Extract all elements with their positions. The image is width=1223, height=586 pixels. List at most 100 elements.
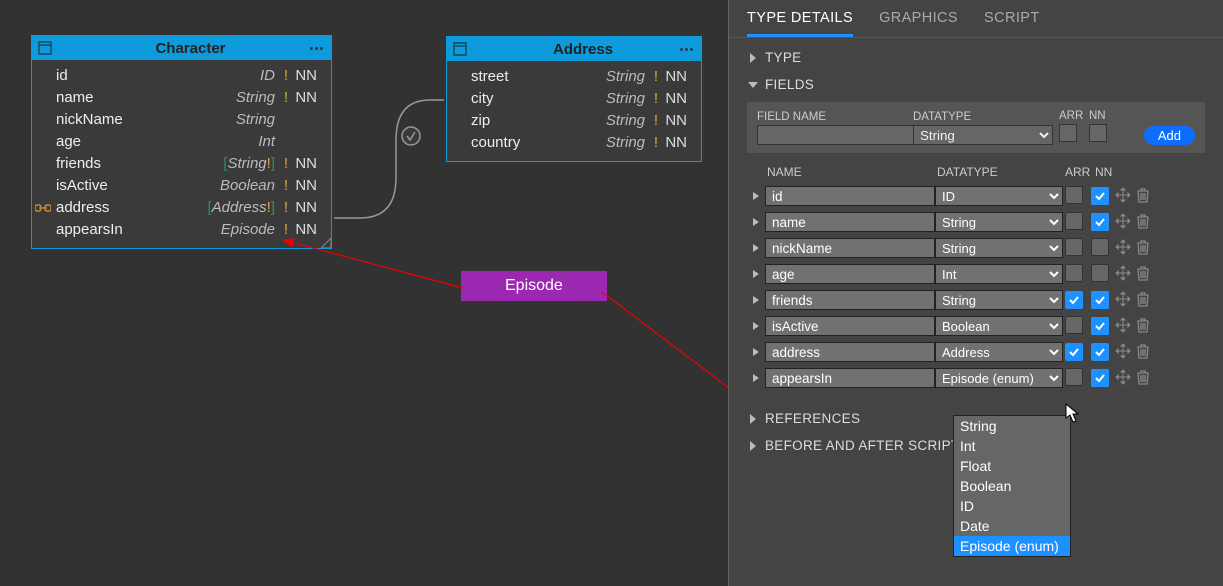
tab-type-details[interactable]: TYPE DETAILS: [747, 6, 853, 37]
chevron-right-icon[interactable]: [747, 269, 765, 279]
field-nn: NN: [293, 155, 323, 172]
more-icon[interactable]: ⋯: [309, 39, 325, 57]
enum-episode[interactable]: Episode: [461, 271, 607, 301]
entity-row[interactable]: nickName String: [32, 108, 331, 130]
dropdown-item[interactable]: ID: [954, 496, 1070, 516]
tab-script[interactable]: SCRIPT: [984, 6, 1040, 37]
move-icon[interactable]: [1115, 187, 1131, 206]
arr-checkbox[interactable]: [1065, 316, 1083, 334]
arr-checkbox[interactable]: [1065, 238, 1083, 256]
entity-character[interactable]: Character ⋯ id ID ! NN name String ! NN …: [31, 35, 332, 249]
chevron-right-icon[interactable]: [747, 321, 765, 331]
add-button[interactable]: Add: [1144, 126, 1195, 145]
field-name-input[interactable]: [765, 264, 935, 284]
nn-checkbox[interactable]: [1091, 317, 1109, 335]
chevron-right-icon[interactable]: [747, 217, 765, 227]
dropdown-item[interactable]: Boolean: [954, 476, 1070, 496]
dropdown-item[interactable]: Float: [954, 456, 1070, 476]
field-bang: !: [649, 90, 663, 107]
entity-row[interactable]: city String ! NN: [447, 87, 701, 109]
move-icon[interactable]: [1115, 265, 1131, 284]
field-datatype-select[interactable]: String: [935, 290, 1063, 310]
arr-checkbox[interactable]: [1065, 343, 1083, 361]
move-icon[interactable]: [1115, 239, 1131, 258]
chevron-right-icon[interactable]: [747, 347, 765, 357]
trash-icon[interactable]: [1135, 213, 1151, 232]
field-datatype-select[interactable]: Episode (enum): [935, 368, 1063, 388]
entity-row[interactable]: street String ! NN: [447, 65, 701, 87]
more-icon[interactable]: ⋯: [679, 40, 695, 58]
field-datatype-select[interactable]: String: [935, 238, 1063, 258]
document-icon: [453, 42, 467, 56]
nn-checkbox[interactable]: [1091, 213, 1109, 231]
nn-checkbox[interactable]: [1091, 343, 1109, 361]
chevron-right-icon[interactable]: [747, 243, 765, 253]
trash-icon[interactable]: [1135, 317, 1151, 336]
trash-icon[interactable]: [1135, 187, 1151, 206]
dropdown-item[interactable]: String: [954, 416, 1070, 436]
move-icon[interactable]: [1115, 213, 1131, 232]
canvas-area[interactable]: Character ⋯ id ID ! NN name String ! NN …: [0, 0, 728, 586]
move-icon[interactable]: [1115, 317, 1131, 336]
field-name-input[interactable]: [765, 238, 935, 258]
trash-icon[interactable]: [1135, 343, 1151, 362]
datatype-dropdown[interactable]: StringIntFloatBooleanIDDateEpisode (enum…: [953, 415, 1071, 557]
trash-icon[interactable]: [1135, 369, 1151, 388]
new-field-datatype-select[interactable]: String: [913, 125, 1053, 145]
chevron-right-icon[interactable]: [747, 191, 765, 201]
dropdown-item[interactable]: Episode (enum): [954, 536, 1070, 556]
entity-row[interactable]: age Int: [32, 130, 331, 152]
field-name-input[interactable]: [765, 316, 935, 336]
arr-checkbox[interactable]: [1065, 186, 1083, 204]
trash-icon[interactable]: [1135, 239, 1151, 258]
section-fields[interactable]: FIELDS: [747, 71, 1205, 98]
nn-checkbox[interactable]: [1091, 187, 1109, 205]
field-nn: NN: [663, 134, 693, 151]
arr-checkbox[interactable]: [1065, 368, 1083, 386]
new-field-nn-checkbox[interactable]: [1089, 124, 1107, 142]
entity-row[interactable]: friends [String!] ! NN: [32, 152, 331, 174]
dropdown-item[interactable]: Date: [954, 516, 1070, 536]
nn-checkbox[interactable]: [1091, 238, 1109, 256]
entity-row[interactable]: id ID ! NN: [32, 64, 331, 86]
field-datatype-select[interactable]: Int: [935, 264, 1063, 284]
nn-checkbox[interactable]: [1091, 369, 1109, 387]
new-field-arr-checkbox[interactable]: [1059, 124, 1077, 142]
entity-row[interactable]: zip String ! NN: [447, 109, 701, 131]
entity-character-header[interactable]: Character ⋯: [32, 36, 331, 60]
field-name-input[interactable]: [765, 368, 935, 388]
arr-checkbox[interactable]: [1065, 212, 1083, 230]
nn-checkbox[interactable]: [1091, 264, 1109, 282]
arr-checkbox[interactable]: [1065, 264, 1083, 282]
field-datatype-select[interactable]: Address: [935, 342, 1063, 362]
field-name: city: [469, 90, 559, 107]
nn-checkbox[interactable]: [1091, 291, 1109, 309]
trash-icon[interactable]: [1135, 265, 1151, 284]
field-name-input[interactable]: [765, 186, 935, 206]
field-datatype-select[interactable]: String: [935, 212, 1063, 232]
move-icon[interactable]: [1115, 291, 1131, 310]
field-name-input[interactable]: [765, 290, 935, 310]
field-bang: !: [279, 155, 293, 172]
field-name-input[interactable]: [765, 342, 935, 362]
entity-row[interactable]: isActive Boolean ! NN: [32, 174, 331, 196]
section-type[interactable]: TYPE: [747, 44, 1205, 71]
entity-address-header[interactable]: Address ⋯: [447, 37, 701, 61]
field-datatype-select[interactable]: Boolean: [935, 316, 1063, 336]
move-icon[interactable]: [1115, 369, 1131, 388]
entity-row[interactable]: country String ! NN: [447, 131, 701, 153]
entity-row[interactable]: name String ! NN: [32, 86, 331, 108]
resize-handle[interactable]: [321, 238, 331, 248]
entity-address[interactable]: Address ⋯ street String ! NN city String…: [446, 36, 702, 162]
dropdown-item[interactable]: Int: [954, 436, 1070, 456]
entity-row[interactable]: appearsIn Episode ! NN: [32, 218, 331, 240]
field-datatype-select[interactable]: ID: [935, 186, 1063, 206]
move-icon[interactable]: [1115, 343, 1131, 362]
field-name-input[interactable]: [765, 212, 935, 232]
chevron-right-icon[interactable]: [747, 295, 765, 305]
trash-icon[interactable]: [1135, 291, 1151, 310]
arr-checkbox[interactable]: [1065, 291, 1083, 309]
tab-graphics[interactable]: GRAPHICS: [879, 6, 958, 37]
chevron-right-icon[interactable]: [747, 373, 765, 383]
entity-row[interactable]: address [Address!] ! NN: [32, 196, 331, 218]
